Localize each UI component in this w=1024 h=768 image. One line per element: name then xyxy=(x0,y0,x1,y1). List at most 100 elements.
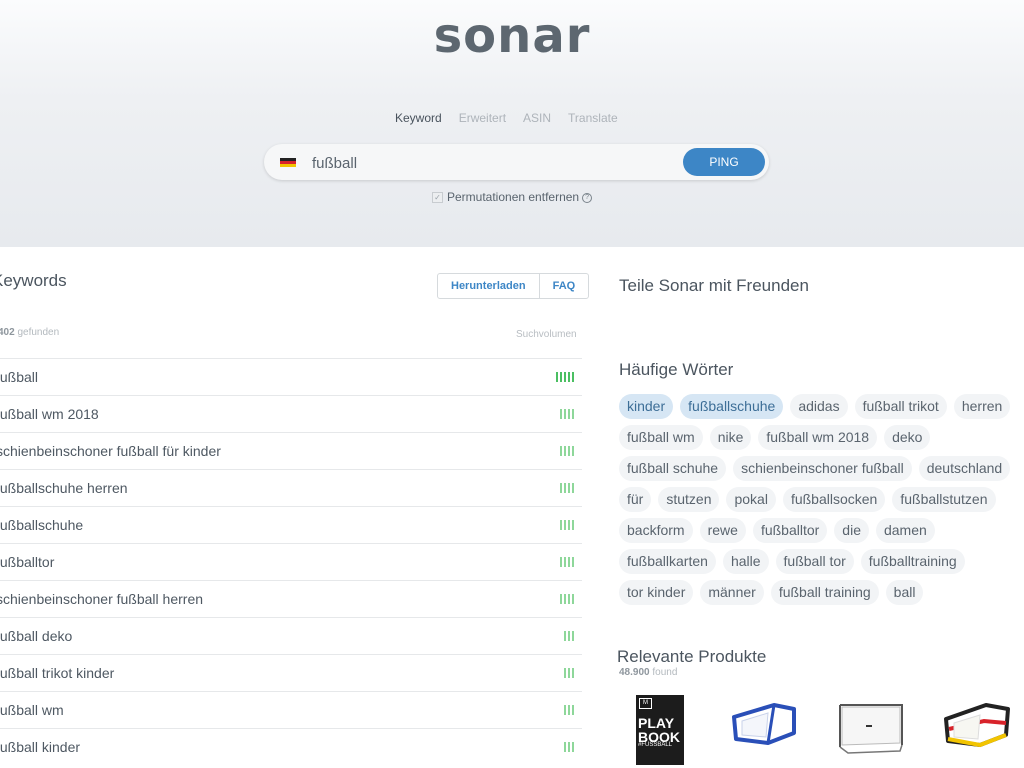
volume-bar xyxy=(564,594,566,604)
volume-bar xyxy=(572,446,574,456)
search-volume-bars xyxy=(558,446,574,456)
word-tag[interactable]: kinder xyxy=(619,394,674,419)
keyword-text[interactable]: fußball kinder xyxy=(0,739,80,755)
word-tag[interactable]: backform xyxy=(619,518,693,543)
keyword-text[interactable]: fußball wm xyxy=(0,702,64,718)
keyword-text[interactable]: fußball deko xyxy=(0,628,72,644)
volume-bar xyxy=(564,742,566,752)
tab-translate[interactable]: Translate xyxy=(568,111,618,125)
help-icon[interactable]: ? xyxy=(582,192,593,203)
volume-bar xyxy=(564,520,566,530)
keyword-row[interactable]: fußball deko xyxy=(0,617,582,654)
volume-bar xyxy=(572,557,574,567)
search-volume-bars xyxy=(562,705,574,715)
keyword-row[interactable]: fußballtor xyxy=(0,543,582,580)
search-input[interactable] xyxy=(310,150,674,176)
volume-bar xyxy=(560,409,562,419)
word-tag[interactable]: männer xyxy=(700,580,764,605)
word-tag[interactable]: die xyxy=(834,518,869,543)
volume-bar xyxy=(568,594,570,604)
keyword-text[interactable]: fußballschuhe xyxy=(0,517,83,533)
volume-bar xyxy=(568,557,570,567)
word-tag[interactable]: stutzen xyxy=(658,487,720,512)
word-tag[interactable]: pokal xyxy=(726,487,776,512)
volume-bar xyxy=(568,409,570,419)
product-white-goal[interactable] xyxy=(836,695,908,765)
keyword-text[interactable]: fußball wm 2018 xyxy=(0,406,99,422)
word-tag[interactable]: fußball wm 2018 xyxy=(758,425,878,450)
permutation-label[interactable]: Permutationen entfernen xyxy=(447,190,579,204)
keyword-actions: Herunterladen FAQ xyxy=(437,273,590,299)
word-tag[interactable]: adidas xyxy=(790,394,848,419)
germany-flag-icon[interactable] xyxy=(280,158,296,167)
word-tag[interactable]: herren xyxy=(953,394,1011,419)
keyword-text[interactable]: fußball trikot kinder xyxy=(0,665,114,681)
hero-header: sonar Keyword Erweitert ASIN Translate PING… xyxy=(0,0,1024,247)
word-tag[interactable]: fußballtor xyxy=(752,518,828,543)
volume-bar xyxy=(568,372,570,382)
keyword-row[interactable]: schienbeinschoner fußball für kinder xyxy=(0,432,582,469)
sonar-logo[interactable]: sonar xyxy=(0,8,1024,64)
product-germany-goal[interactable] xyxy=(940,695,1012,765)
keyword-text[interactable]: fußballtor xyxy=(0,554,54,570)
keyword-row[interactable]: fußball xyxy=(0,358,582,395)
keyword-row[interactable]: fußball trikot kinder xyxy=(0,654,582,691)
common-words-tags: kinder fußballschuhe adidas fußball trikot h… xyxy=(619,394,1024,611)
product-playbook[interactable]: M PLAY BOOK #FUSSBALL xyxy=(636,695,684,765)
download-button[interactable]: Herunterladen xyxy=(438,274,539,298)
word-tag[interactable]: ball xyxy=(885,580,924,605)
word-tag[interactable]: schienbeinschoner fußball xyxy=(733,456,912,481)
word-tag[interactable]: halle xyxy=(722,549,769,574)
keyword-row[interactable]: fußball kinder xyxy=(0,728,582,765)
keyword-text[interactable]: fußballschuhe herren xyxy=(0,480,128,496)
volume-bar xyxy=(572,742,574,752)
tab-keyword[interactable]: Keyword xyxy=(395,111,442,125)
word-tag[interactable]: fußball trikot xyxy=(854,394,947,419)
word-tag[interactable]: fußball wm xyxy=(619,425,703,450)
word-tag[interactable]: fußballschuhe xyxy=(680,394,784,419)
word-tag[interactable]: rewe xyxy=(699,518,746,543)
keyword-row[interactable]: schienbeinschoner fußball herren xyxy=(0,580,582,617)
word-tag[interactable]: deutschland xyxy=(918,456,1011,481)
keyword-row[interactable]: fußball wm xyxy=(0,691,582,728)
search-volume-bars xyxy=(558,409,574,419)
volume-bar xyxy=(568,520,570,530)
keyword-row[interactable]: fußballschuhe xyxy=(0,506,582,543)
word-tag[interactable]: damen xyxy=(875,518,935,543)
search-volume-bars xyxy=(562,668,574,678)
word-tag[interactable]: fußballkarten xyxy=(619,549,716,574)
keyword-row[interactable]: fußballschuhe herren xyxy=(0,469,582,506)
ping-button[interactable]: PING xyxy=(683,148,765,176)
keyword-row[interactable]: fußball wm 2018 xyxy=(0,395,582,432)
word-tag[interactable]: fußballstutzen xyxy=(892,487,996,512)
word-tag[interactable]: deko xyxy=(884,425,931,450)
search-volume-bars xyxy=(558,594,574,604)
word-tag[interactable]: fußball schuhe xyxy=(619,456,727,481)
permutation-option: ✓ Permutationen entfernen? xyxy=(432,190,593,204)
word-tag[interactable]: tor kinder xyxy=(619,580,694,605)
word-tag[interactable]: fußball training xyxy=(770,580,879,605)
word-tag[interactable]: fußball tor xyxy=(775,549,854,574)
volume-bar xyxy=(560,520,562,530)
faq-button[interactable]: FAQ xyxy=(538,274,589,298)
search-volume-bars xyxy=(558,557,574,567)
volume-bar xyxy=(568,742,570,752)
keyword-list: fußball fußball wm 2018 schienbeinschoner … xyxy=(0,358,582,765)
volume-bar xyxy=(560,446,562,456)
tag-row: tor kinder männer fußball training ball xyxy=(619,580,1024,605)
keyword-text[interactable]: schienbeinschoner fußball herren xyxy=(0,591,203,607)
tab-asin[interactable]: ASIN xyxy=(523,111,551,125)
tab-erweitert[interactable]: Erweitert xyxy=(459,111,506,125)
search-volume-bars xyxy=(562,742,574,752)
product-blue-goal[interactable] xyxy=(728,695,800,765)
keyword-text[interactable]: fußball xyxy=(0,369,38,385)
word-tag[interactable]: nike xyxy=(709,425,752,450)
volume-bar xyxy=(572,520,574,530)
word-tag[interactable]: fußballtraining xyxy=(860,549,965,574)
keyword-text[interactable]: schienbeinschoner fußball für kinder xyxy=(0,443,221,459)
word-tag[interactable]: fußballsocken xyxy=(782,487,886,512)
volume-bar xyxy=(564,446,566,456)
permutation-checkbox[interactable]: ✓ xyxy=(432,192,443,204)
word-tag[interactable]: für xyxy=(619,487,652,512)
products-found-number: 48.900 xyxy=(619,667,650,678)
